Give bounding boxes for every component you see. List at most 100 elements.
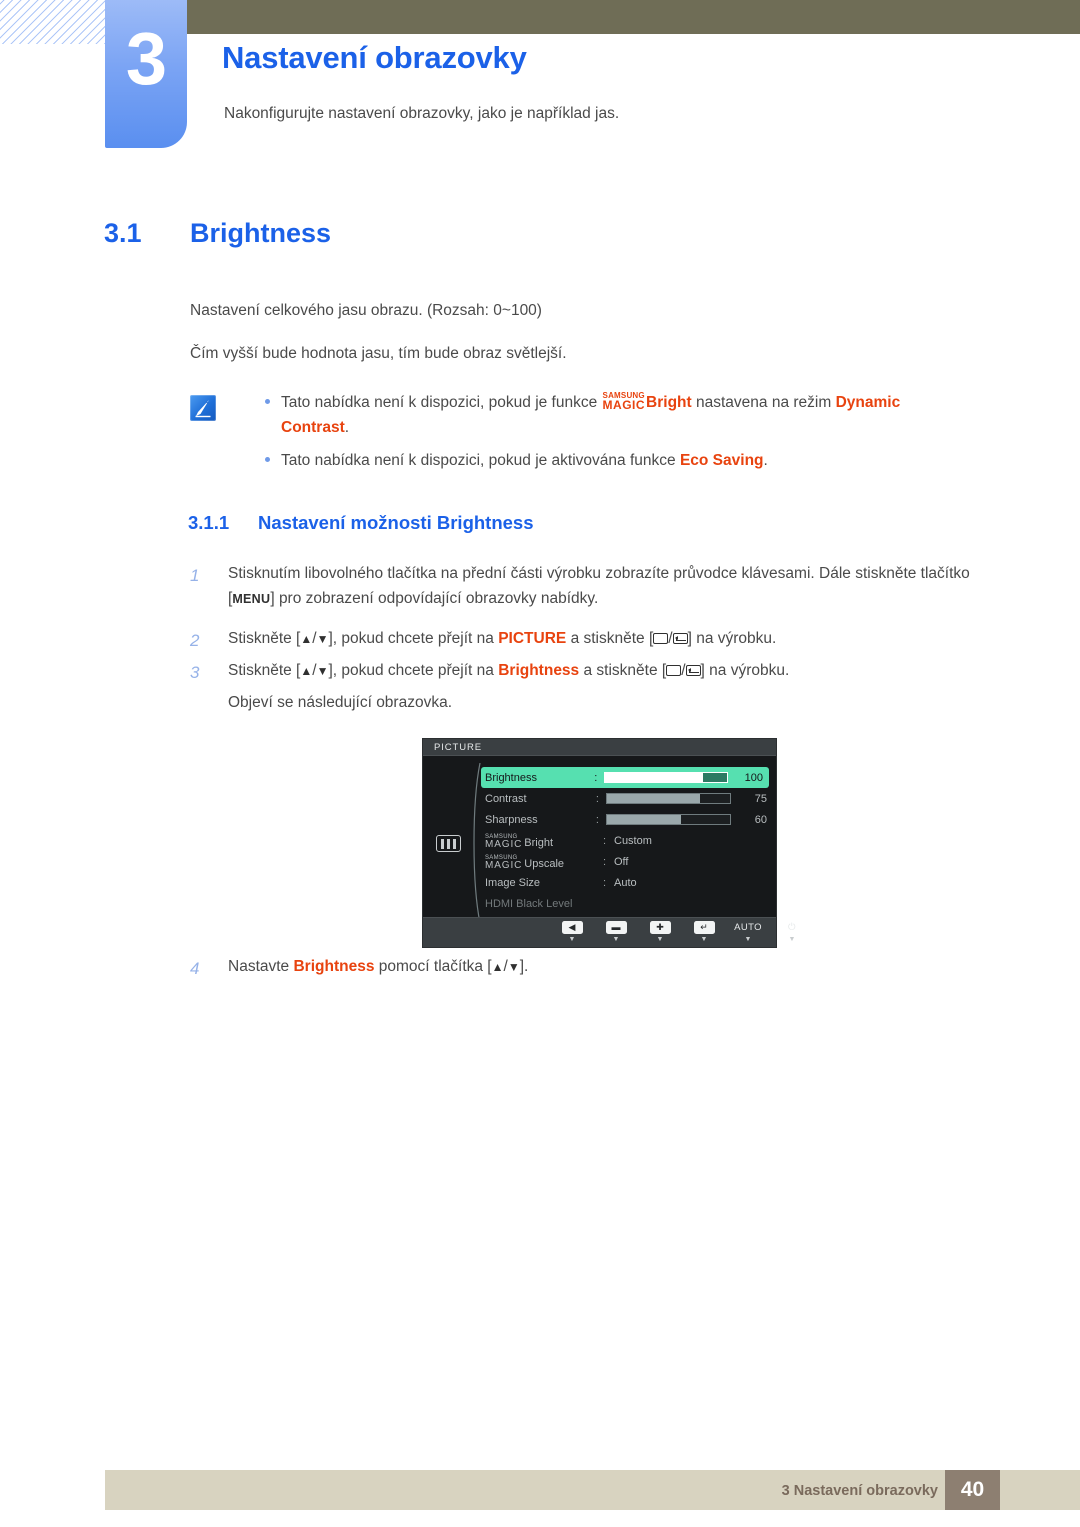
osd-row-value: 60 [754,813,767,826]
osd-row-value: Auto [614,876,637,889]
osd-row-image-size[interactable]: Image Size : Auto [485,872,773,893]
osd-row-value: Custom [614,834,652,847]
osd-rows: Brightness : 100 Contrast : 75 Sharpness… [481,767,773,914]
osd-footer-bar: ◀ ▼ ▬ ▼ ✚ ▼ ↵ ▼ AUTO ▼ ⏻ ▼ [423,917,796,947]
key-separator: / [668,630,673,647]
note-list: Tato nabídka není k dispozici, pokud je … [235,390,970,481]
note-text-before: Tato nabídka není k dispozici, pokud je … [281,452,676,470]
section-number: 3.1 [104,218,142,248]
note-text-before: Tato nabídka není k dispozici, pokud je … [281,394,598,411]
subsection-number: 3.1.1 [188,512,230,533]
magicbright-logo: SAMSUNG MAGIC [602,392,646,412]
osd-row-sharpness[interactable]: Sharpness : 60 [485,809,773,830]
tick-icon: ▼ [568,936,576,943]
tick-icon: ▼ [612,936,620,943]
osd-row-magicbright[interactable]: SAMSUNG MAGIC Bright : Custom [485,830,773,851]
picture-bars-icon [436,835,461,852]
step-text-d: ] na výrobku. [700,662,790,679]
note-text-middle: nastavena na režim [696,394,832,411]
osd-title-text: PICTURE [434,742,482,753]
chapter-title: Nastavení obrazovky [222,40,527,75]
osd-plus-button[interactable]: ✚ ▼ [647,921,673,943]
step-body: Stiskněte [▲/▼], pokud chcete přejít na … [228,627,980,652]
source-key-icon [666,665,682,676]
power-icon: ⏻ [788,922,796,933]
osd-row-label: Image Size [485,876,541,889]
enter-icon: ↵ [693,921,715,934]
plus-icon: ✚ [649,921,671,934]
osd-colon: : [595,792,599,805]
step-text-a: Stiskněte [ [228,662,301,679]
osd-row-label: SAMSUNG MAGIC Upscale [485,854,603,871]
step-4: 4 Nastavte Brightness pomocí tlačítka [▲… [190,955,980,980]
step-3: 3 Stiskněte [▲ / ▼], pokud chcete přejít n… [190,659,980,684]
step-2: 2 Stiskněte [▲ / ▼], pokud chcete přejít n… [190,627,980,652]
decorative-hatch-pattern [0,0,105,44]
tick-icon: ▼ [744,936,752,943]
osd-brightness-bar[interactable] [604,772,728,783]
osd-minus-button[interactable]: ▬ ▼ [603,921,629,943]
osd-back-button[interactable]: ◀ ▼ [559,921,585,943]
key-separator: / [681,662,686,679]
osd-bar-fill [605,773,703,782]
subsection-title: Nastavení možnosti Brightness [258,512,534,533]
bar-2 [446,838,451,849]
step-number: 3 [190,663,200,682]
arrow-up-icon: ▲ [300,632,313,646]
note-highlight: Eco Saving [679,452,764,470]
section-paragraph-1: Nastavení celkového jasu obrazu. (Rozsah… [190,302,542,319]
step-highlight: PICTURE [498,630,567,647]
note-item: Tato nabídka není k dispozici, pokud je … [235,390,970,440]
osd-row-label: Sharpness [485,813,538,826]
osd-contrast-bar[interactable] [606,793,732,804]
bullet-dot [265,399,270,404]
osd-colon: : [603,834,607,847]
magicupscale-logo-osd: SAMSUNG MAGIC [485,855,523,871]
osd-power-button[interactable]: ⏻ ▼ [779,921,805,943]
osd-bar-fill [607,794,700,803]
osd-button-row: ◀ ▼ ▬ ▼ ✚ ▼ ↵ ▼ AUTO ▼ ⏻ ▼ [559,921,805,943]
magic-suffix: Bright [524,836,554,849]
osd-row-contrast[interactable]: Contrast : 75 [485,788,773,809]
step-text-c: a stiskněte [ [583,662,667,679]
magicbright-logo-osd: SAMSUNG MAGIC [485,834,522,850]
chapter-subtitle: Nakonfigurujte nastavení obrazovky, jako… [224,105,620,122]
osd-row-label: HDMI Black Level [485,897,573,910]
tick-icon: ▼ [788,936,796,943]
osd-auto-button[interactable]: AUTO ▼ [734,921,761,943]
magic-magic-text: MAGIC [602,398,646,412]
note-text-after: . [344,419,350,437]
osd-enter-button[interactable]: ↵ ▼ [691,921,717,943]
step-1: 1 Stisknutím libovolného tlačítka na pře… [190,562,980,612]
osd-row-hdmi-black-level[interactable]: HDMI Black Level [485,893,773,914]
note-text-after: . [763,452,768,470]
minus-icon: ▬ [605,921,627,934]
back-icon: ◀ [561,921,583,934]
osd-colon: : [603,876,607,889]
arrow-up-icon: ▲ [491,960,504,974]
section-title: Brightness [190,218,332,248]
arrow-down-icon: ▼ [316,664,329,678]
step-highlight: Brightness [293,958,375,975]
section-heading: 3.1 Brightness [104,218,331,249]
magic-magic-text: MAGIC [485,859,523,871]
bar-1 [440,838,445,849]
osd-sharpness-bar[interactable] [606,814,732,825]
note-pen-icon [190,395,216,421]
bullet-dot [265,457,270,463]
header-olive-bar [186,0,1080,34]
step-text-b: ], pokud chcete přejít na [328,630,494,647]
step-3-followup: Objeví se následující obrazovka. [228,694,453,711]
bar-3 [452,838,457,849]
subsection-heading: 3.1.1 Nastavení možnosti Brightness [188,512,534,534]
osd-colon: : [594,771,598,784]
chapter-number: 3 [125,17,167,100]
osd-row-magicupscale[interactable]: SAMSUNG MAGIC Upscale : Off [485,851,773,872]
osd-row-label: SAMSUNG MAGIC Bright [485,833,603,850]
osd-row-label: Contrast [485,792,527,805]
step-text-d: ] na výrobku. [687,630,777,647]
osd-row-brightness[interactable]: Brightness : 100 [481,767,769,788]
osd-title-bar: PICTURE [423,739,776,756]
note-item: Tato nabídka není k dispozici, pokud je … [235,448,970,473]
source-key-icon [653,633,669,644]
